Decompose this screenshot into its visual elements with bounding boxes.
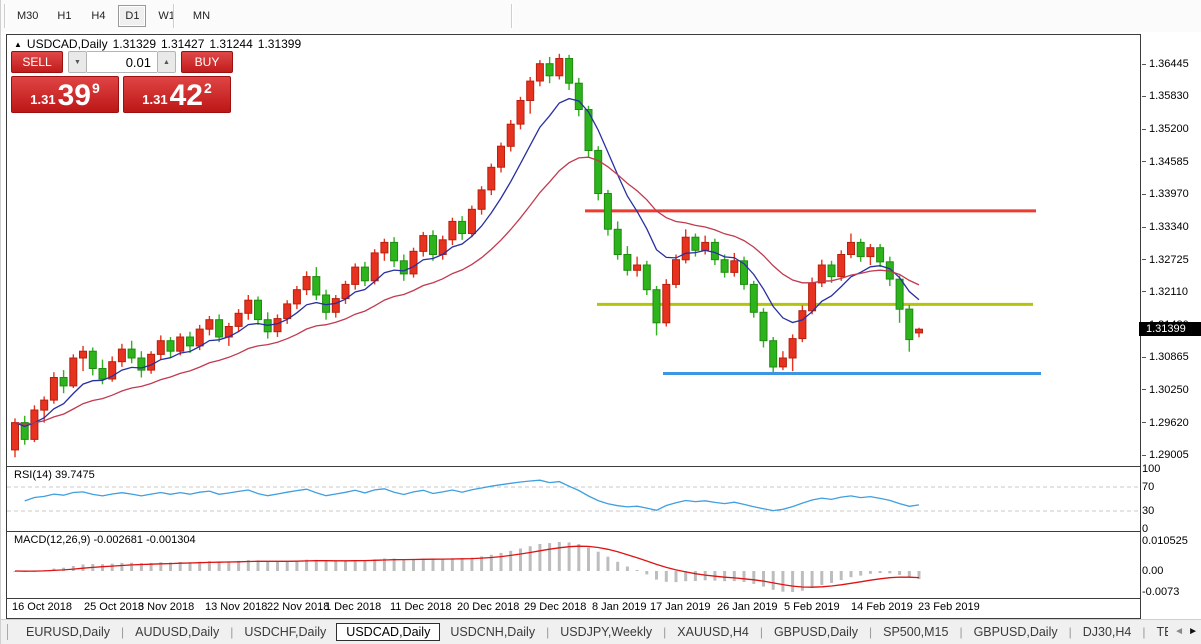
- symbol-period-label: USDCAD,Daily: [26, 37, 108, 51]
- chart-tab-usdjpy-weekly[interactable]: USDJPY,Weekly: [550, 623, 662, 641]
- date-axis-label: 23 Feb 2019: [918, 601, 980, 613]
- spinner-up-icon: ▲: [163, 58, 170, 66]
- macd-tick: -0.0073: [1142, 586, 1180, 598]
- price-tick: 1.35200: [1142, 123, 1189, 135]
- chart-tab-audusd-daily[interactable]: AUDUSD,Daily: [125, 623, 229, 641]
- price-tick: 1.35830: [1142, 90, 1189, 102]
- chart-tab-xauusd-h4[interactable]: XAUUSD,H4: [667, 623, 759, 641]
- date-axis-label: 16 Oct 2018: [12, 601, 72, 613]
- quote-low: 1.31244: [209, 37, 253, 51]
- toolbar-grip: [4, 4, 7, 28]
- buy-price-sup: 2: [203, 80, 212, 96]
- buy-price-prefix: 1.31: [142, 92, 168, 107]
- date-axis-label: 29 Dec 2018: [524, 601, 587, 613]
- chart-tab-gbpusd-daily[interactable]: GBPUSD,Daily: [764, 623, 868, 641]
- timeframe-button-MN[interactable]: MN: [187, 5, 216, 27]
- quote-high: 1.31427: [161, 37, 205, 51]
- price-tick: 1.33340: [1142, 221, 1189, 233]
- spinner-down-icon: ▼: [74, 58, 81, 66]
- timeframe-button-M30[interactable]: M30: [11, 5, 44, 27]
- tab-bar-splitter[interactable]: [7, 624, 8, 640]
- buy-price-button[interactable]: 1.31 42 2: [123, 76, 231, 113]
- collapse-trade-panel-icon[interactable]: ▲: [14, 40, 22, 49]
- tab-scroll-left-icon[interactable]: ◄: [1174, 625, 1184, 639]
- date-axis-label: 22 Nov 2018: [267, 601, 330, 613]
- slow-ma: [14, 156, 920, 425]
- tab-scroll-right-icon[interactable]: ►: [1188, 625, 1198, 639]
- sell-button[interactable]: SELL: [11, 51, 63, 73]
- timeframe-button-W1[interactable]: W1: [152, 5, 181, 27]
- buy-button[interactable]: BUY: [181, 51, 233, 73]
- price-tick: 1.34585: [1142, 156, 1189, 168]
- date-axis-label: 1 Dec 2018: [325, 601, 382, 613]
- price-tick: 1.33970: [1142, 188, 1189, 200]
- date-axis-label: 5 Feb 2019: [784, 601, 840, 613]
- chart-tab-dj30-h4[interactable]: DJ30,H4: [1073, 623, 1142, 641]
- rsi-indicator-pane[interactable]: RSI(14) 39.7475: [7, 467, 1140, 532]
- date-axis-label: 25 Oct 2018: [84, 601, 144, 613]
- volume-input[interactable]: [87, 51, 157, 73]
- timeframe-button-H4[interactable]: H4: [84, 5, 112, 27]
- volume-decrease-button[interactable]: ▼: [68, 51, 87, 73]
- date-axis-label: 14 Feb 2019: [851, 601, 913, 613]
- price-tick: 1.29620: [1142, 417, 1189, 429]
- macd-indicator-pane[interactable]: MACD(12,26,9) -0.002681 -0.001304: [7, 532, 1140, 599]
- price-tick: 1.30865: [1142, 351, 1189, 363]
- chart-tab-usdcad-daily[interactable]: USDCAD,Daily: [336, 623, 441, 641]
- sell-price-sup: 9: [91, 80, 100, 96]
- rsi-tick: 100: [1142, 463, 1161, 475]
- chart-window: ▲ USDCAD,Daily 1.31329 1.31427 1.31244 1…: [6, 34, 1141, 619]
- date-axis: 16 Oct 2018 25 Oct 2018 3 Nov 2018 13 Nov 2…: [7, 599, 1140, 617]
- price-tick: 1.29005: [1142, 449, 1189, 461]
- price-tick: 1.30250: [1142, 384, 1189, 396]
- rsi-tick: 0: [1142, 523, 1149, 535]
- mt4-terminal: M30 H1 H4 D1 W1 MN ▲ USDCAD,Daily 1.31329 1.3…: [0, 0, 1201, 644]
- chart-tab-sp500-m15[interactable]: SP500,M15: [873, 623, 958, 641]
- price-tick: 1.32725: [1142, 254, 1189, 266]
- date-axis-label: 8 Jan 2019: [592, 601, 647, 613]
- rsi-chart-svg: [7, 479, 1140, 512]
- one-click-trading-panel: SELL ▼ ▲ BUY 1.31 39 9: [11, 51, 233, 113]
- macd-tick: 0.010525: [1142, 535, 1188, 547]
- sell-price-prefix: 1.31: [30, 92, 56, 107]
- toolbar-separator: [173, 4, 175, 28]
- sell-price-button[interactable]: 1.31 39 9: [11, 76, 119, 113]
- chart-tab-usdchf-daily[interactable]: USDCHF,Daily: [234, 623, 336, 641]
- chart-tab-eurusd-daily[interactable]: EURUSD,Daily: [16, 623, 120, 641]
- date-axis-label: 11 Dec 2018: [390, 601, 452, 613]
- date-axis-label: 13 Nov 2018: [205, 601, 268, 613]
- quote-open: 1.31329: [112, 37, 156, 51]
- macd-label: MACD(12,26,9) -0.002681 -0.001304: [14, 534, 196, 546]
- quote-header: ▲ USDCAD,Daily 1.31329 1.31427 1.31244 1…: [14, 37, 301, 51]
- date-axis-label: 26 Jan 2019: [717, 601, 778, 613]
- timeframe-button-D1[interactable]: D1: [118, 5, 147, 27]
- chart-tab-usdcnh-daily[interactable]: USDCNH,Daily: [440, 623, 545, 641]
- date-axis-label: 20 Dec 2018: [457, 601, 520, 613]
- current-price-label: 1.31399: [1139, 322, 1201, 337]
- quote-close: 1.31399: [257, 37, 302, 51]
- buy-price-big: 42: [169, 79, 203, 112]
- macd-tick: 0.00: [1142, 565, 1164, 577]
- price-tick: 1.36445: [1142, 58, 1189, 70]
- rsi-tick: 30: [1142, 505, 1155, 517]
- date-axis-label: 17 Jan 2019: [650, 601, 711, 613]
- price-tick: 1.32110: [1142, 286, 1188, 298]
- date-axis-label: 3 Nov 2018: [138, 601, 195, 613]
- timeframe-button-H1[interactable]: H1: [50, 5, 78, 27]
- price-axis: 1.36445 1.35830 1.35200 1.34585 1.33970 1.333…: [1139, 34, 1201, 619]
- rsi-tick: 70: [1142, 481, 1155, 493]
- volume-increase-button[interactable]: ▲: [157, 51, 176, 73]
- chart-tab-gbpusd-daily[interactable]: GBPUSD,Daily: [964, 623, 1068, 641]
- main-chart[interactable]: ▲ USDCAD,Daily 1.31329 1.31427 1.31244 1…: [7, 35, 1140, 467]
- fast-ma: [14, 97, 920, 428]
- timeframe-toolbar: M30 H1 H4 D1 W1 MN: [1, 0, 1201, 32]
- chart-tab-tech100-h[interactable]: TECH100,H: [1147, 623, 1169, 641]
- chart-tab-bar: EURUSD,Daily | AUDUSD,Daily | USDCHF,Daily US…: [1, 619, 1201, 644]
- sell-price-big: 39: [57, 79, 91, 112]
- rsi-label: RSI(14) 39.7475: [14, 469, 95, 481]
- toolbar-separator: [511, 4, 513, 28]
